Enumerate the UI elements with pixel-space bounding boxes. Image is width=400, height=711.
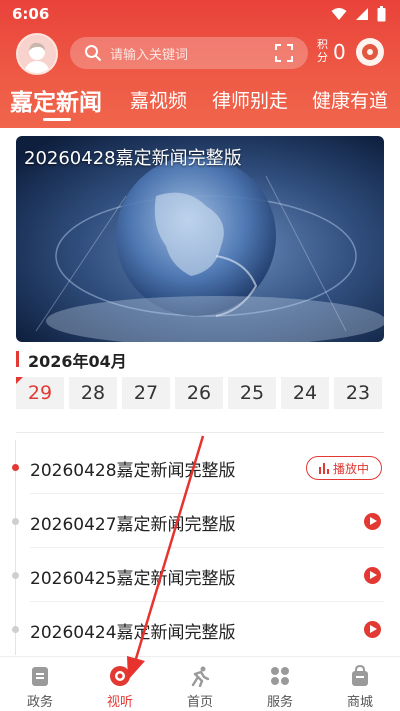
- clipboard-icon: [32, 667, 48, 686]
- date-strip: 29 28 27 26 25 24 23: [16, 377, 384, 411]
- shopping-bag-icon: [352, 665, 368, 686]
- nav-item-government[interactable]: 政务: [0, 657, 80, 711]
- avatar[interactable]: [16, 33, 58, 75]
- date-cell[interactable]: 23: [334, 377, 382, 409]
- episode-list: 20260428嘉定新闻完整版 播放中 20260427嘉定新闻完整版 2026…: [0, 440, 400, 655]
- date-cell[interactable]: 29: [16, 377, 64, 409]
- section-divider: [16, 432, 384, 433]
- list-item[interactable]: 20260427嘉定新闻完整版: [0, 494, 400, 548]
- nav-label: 商城: [346, 695, 373, 710]
- record-icon: [110, 666, 130, 686]
- month-marker: [16, 351, 19, 367]
- wifi-icon: [331, 8, 347, 20]
- date-cell[interactable]: 25: [228, 377, 276, 409]
- search-placeholder: 请输入关键词: [110, 48, 189, 63]
- episode-title: 20260424嘉定新闻完整版: [30, 623, 236, 643]
- chat-bubble-icon: [362, 44, 378, 60]
- scan-icon[interactable]: [274, 43, 294, 63]
- timeline-dot: [12, 572, 19, 579]
- episode-title: 20260425嘉定新闻完整版: [30, 569, 236, 589]
- timeline-dot: [12, 626, 19, 633]
- search-input[interactable]: 请输入关键词: [70, 37, 308, 69]
- date-cell[interactable]: 24: [281, 377, 329, 409]
- video-player[interactable]: 20260428嘉定新闻完整版: [16, 136, 384, 342]
- nav-item-mall[interactable]: 商城: [320, 657, 400, 711]
- tab-lawyer[interactable]: 律师别走: [212, 86, 288, 113]
- tab-jiading-news[interactable]: 嘉定新闻: [10, 83, 102, 117]
- nav-label: 首页: [186, 695, 213, 710]
- play-icon[interactable]: [364, 621, 381, 638]
- message-button[interactable]: [356, 38, 384, 66]
- status-bar: 6:06: [0, 0, 400, 30]
- episode-title: 20260427嘉定新闻完整版: [30, 515, 236, 535]
- nav-item-media[interactable]: 视听: [80, 657, 160, 711]
- equalizer-icon: [318, 462, 329, 474]
- points-label[interactable]: 积分: [317, 38, 331, 64]
- signal-icon: [356, 8, 368, 20]
- battery-icon: [377, 6, 386, 22]
- status-icons: [331, 6, 386, 22]
- channel-tabs: 嘉定新闻 嘉视频 律师别走 健康有道: [0, 80, 400, 128]
- app-header: 6:06 请输入关键词 积分 0 嘉定新闻 嘉视频 律师别走 健康有道: [0, 0, 400, 128]
- nav-label: 服务: [266, 695, 293, 710]
- date-cell[interactable]: 27: [122, 377, 170, 409]
- play-icon[interactable]: [364, 513, 381, 530]
- tab-jia-video[interactable]: 嘉视频: [130, 86, 187, 113]
- now-playing-label: 播放中: [332, 461, 369, 476]
- points-value[interactable]: 0: [333, 40, 346, 64]
- date-cell[interactable]: 28: [69, 377, 117, 409]
- tab-underline: [43, 118, 71, 121]
- month-label: 2026年04月: [28, 352, 127, 371]
- list-item[interactable]: 20260424嘉定新闻完整版: [0, 602, 400, 655]
- bottom-nav: 政务 视听 首页 服务 商城: [0, 656, 400, 711]
- timeline-dot: [12, 518, 19, 525]
- nav-label: 政务: [26, 695, 53, 710]
- nav-item-services[interactable]: 服务: [240, 657, 320, 711]
- search-icon: [85, 45, 101, 61]
- list-item[interactable]: 20260425嘉定新闻完整版: [0, 548, 400, 602]
- home-runner-icon: [191, 666, 210, 687]
- list-item[interactable]: 20260428嘉定新闻完整版 播放中: [0, 440, 400, 494]
- tab-health[interactable]: 健康有道: [312, 86, 388, 113]
- status-time: 6:06: [12, 5, 50, 23]
- now-playing-badge[interactable]: 播放中: [306, 456, 382, 480]
- play-icon[interactable]: [364, 567, 381, 584]
- grid-icon: [271, 667, 289, 685]
- user-avatar-icon: [23, 42, 51, 73]
- episode-title: 20260428嘉定新闻完整版: [30, 461, 236, 481]
- timeline-dot: [12, 464, 19, 471]
- date-cell[interactable]: 26: [175, 377, 223, 409]
- nav-label: 视听: [106, 695, 133, 710]
- nav-item-home[interactable]: 首页: [160, 657, 240, 711]
- video-title: 20260428嘉定新闻完整版: [24, 148, 242, 169]
